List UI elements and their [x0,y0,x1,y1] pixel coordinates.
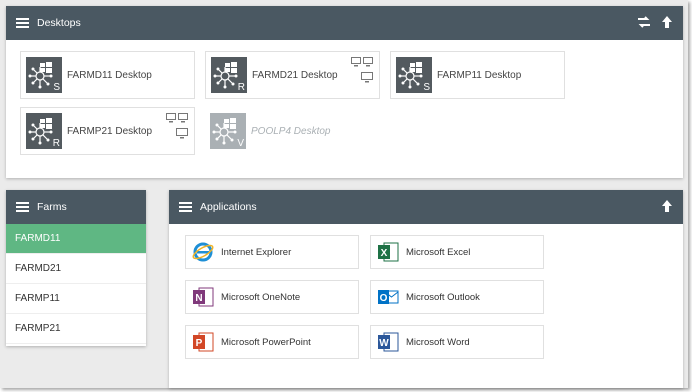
svg-text:P: P [196,338,203,349]
desktops-header: Desktops [6,6,683,40]
desktop-pool-icon: V [210,113,246,149]
desktop-protocol-letter: R [52,138,60,149]
display-options[interactable] [166,113,188,139]
desktop-tile[interactable]: S FARMP11 Desktop [390,51,565,99]
desktop-tile[interactable]: R FARMD21 Desktop [205,51,380,99]
application-label: Microsoft Outlook [406,291,480,303]
onenote-icon: N [191,285,215,309]
svg-text:O: O [380,293,388,304]
desktop-protocol-letter: V [237,138,244,149]
svg-text:N: N [195,293,202,304]
upload-icon[interactable] [661,15,673,29]
powerpoint-icon: P [191,330,215,354]
desktop-label: FARMD21 Desktop [252,69,338,81]
application-label: Internet Explorer [221,246,292,258]
dual-monitor-icon [351,57,373,67]
desktop-pool-icon: R [211,57,247,93]
application-tile[interactable]: N Microsoft OneNote [185,280,359,314]
list-icon [16,202,29,212]
desktop-tile[interactable]: V POOLP4 Desktop [205,107,330,155]
switch-icon[interactable] [637,15,651,29]
desktop-pool-icon: R [26,113,62,149]
application-tile[interactable]: X Microsoft Excel [370,235,544,269]
farm-list-item[interactable]: FARMP21 [6,314,146,344]
farm-list-item[interactable]: FARMD11 [6,224,146,254]
desktops-title: Desktops [37,17,81,29]
application-label: Microsoft OneNote [221,291,301,303]
list-icon [16,18,29,28]
svg-text:X: X [381,248,388,259]
internet-explorer-icon [191,240,215,264]
desktop-label: FARMP21 Desktop [67,125,153,137]
app-window: Desktops S FARMD11 Desktop R FARMD21 Des… [0,0,688,388]
farms-header: Farms [6,190,146,224]
desktop-label: FARMD11 Desktop [67,69,152,81]
excel-icon: X [376,240,400,264]
desktops-panel: Desktops S FARMD11 Desktop R FARMD21 Des… [6,6,683,178]
farm-list-item[interactable]: FARMD21 [6,254,146,284]
dual-monitor-icon [166,113,188,123]
desktop-tile[interactable]: S FARMD11 Desktop [20,51,195,99]
svg-text:W: W [379,338,389,349]
applications-header: Applications [169,190,683,224]
monitor-icon [361,72,373,83]
desktop-protocol-letter: R [237,82,245,93]
application-tile[interactable]: W Microsoft Word [370,325,544,359]
outlook-icon: O [376,285,400,309]
display-options[interactable] [351,57,373,83]
application-tile[interactable]: P Microsoft PowerPoint [185,325,359,359]
farms-panel: Farms FARMD11 FARMD21 FARMP11 FARMP21 [6,190,146,346]
application-tile[interactable]: O Microsoft Outlook [370,280,544,314]
farm-list: FARMD11 FARMD21 FARMP11 FARMP21 [6,224,146,344]
application-label: Microsoft Word [406,336,470,348]
farm-list-item[interactable]: FARMP11 [6,284,146,314]
application-tile[interactable]: Internet Explorer [185,235,359,269]
monitor-icon [176,128,188,139]
desktop-protocol-letter: S [53,82,60,93]
word-icon: W [376,330,400,354]
desktop-label: POOLP4 Desktop [251,125,331,137]
applications-panel: Applications Internet Explorer X Microsof… [169,190,683,388]
list-icon [179,202,192,212]
application-label: Microsoft Excel [406,246,471,258]
desktop-tile[interactable]: R FARMP21 Desktop [20,107,195,155]
desktop-pool-icon: S [396,57,432,93]
upload-icon[interactable] [661,199,673,213]
desktop-protocol-letter: S [423,82,430,93]
applications-title: Applications [200,201,257,213]
application-label: Microsoft PowerPoint [221,336,311,348]
desktop-pool-icon: S [26,57,62,93]
desktop-label: FARMP11 Desktop [437,69,522,81]
farms-title: Farms [37,201,67,213]
